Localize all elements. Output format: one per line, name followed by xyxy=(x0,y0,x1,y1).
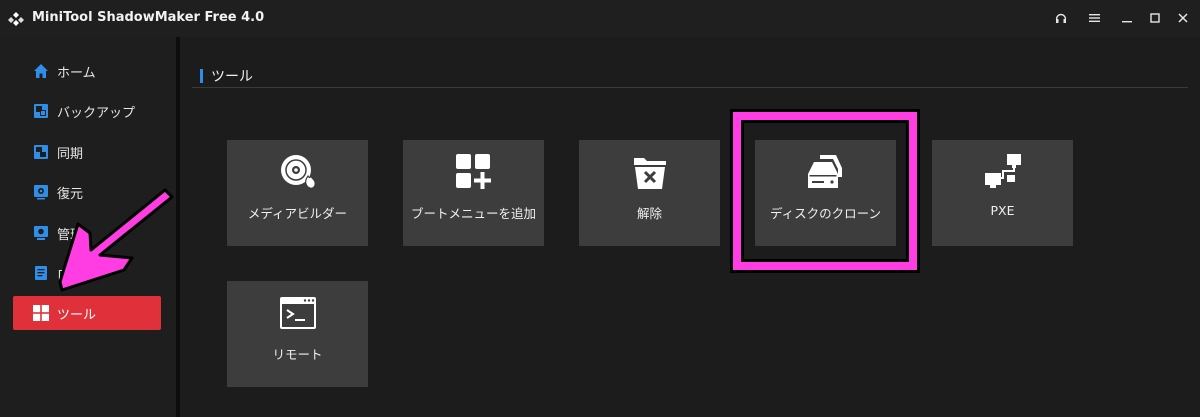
sidebar-item-restore[interactable]: 復元 xyxy=(13,175,161,209)
tile-label: 解除 xyxy=(636,206,662,221)
tile-label: リモート xyxy=(272,347,323,362)
tile-add-boot-menu[interactable]: ブートメニューを追加 xyxy=(403,140,544,246)
sidebar-item-tools[interactable]: ツール xyxy=(13,296,161,330)
menu-button[interactable] xyxy=(1084,9,1104,27)
backup-icon xyxy=(34,104,48,118)
log-icon xyxy=(35,266,47,280)
sync-icon xyxy=(34,145,48,159)
menu-icon xyxy=(1088,14,1100,22)
section-accent-bar xyxy=(200,69,203,83)
sidebar-item-sync[interactable]: 同期 xyxy=(13,135,161,169)
sidebar-item-label: ログ xyxy=(57,267,84,283)
minimize-icon xyxy=(1122,21,1132,23)
close-button[interactable] xyxy=(1173,9,1193,27)
sidebar-item-label: バックアップ xyxy=(57,105,136,121)
tile-label: ディスクのクローン xyxy=(769,206,881,221)
tools-icon xyxy=(33,305,49,321)
title-bar: MiniTool ShadowMaker Free 4.0 xyxy=(0,0,1200,37)
sidebar-item-manage[interactable]: 管理 xyxy=(13,216,161,250)
close-icon xyxy=(1178,13,1188,23)
disk-clone-icon xyxy=(807,155,842,188)
add-boot-menu-icon xyxy=(455,154,491,189)
maximize-button[interactable] xyxy=(1145,9,1165,27)
sidebar-item-label: 復元 xyxy=(57,186,84,202)
page-title: ツール xyxy=(211,69,253,85)
media-builder-icon xyxy=(280,155,316,189)
tile-media-builder[interactable]: メディアビルダー xyxy=(227,140,368,246)
tile-pxe[interactable]: PXE xyxy=(932,140,1073,246)
headphones-button[interactable] xyxy=(1051,9,1071,27)
sidebar-item-home[interactable]: ホーム xyxy=(13,54,161,88)
pxe-icon xyxy=(984,154,1021,188)
app-title: MiniTool ShadowMaker Free 4.0 xyxy=(32,10,265,25)
sidebar-item-backup[interactable]: バックアップ xyxy=(13,94,161,128)
tile-label: メディアビルダー xyxy=(247,206,348,221)
sidebar-item-label: 同期 xyxy=(57,146,84,162)
maximize-icon xyxy=(1150,13,1160,23)
sidebar-item-label: 管理 xyxy=(57,227,84,243)
tile-remote[interactable]: リモート xyxy=(227,281,368,387)
tile-label: PXE xyxy=(990,203,1015,218)
home-icon xyxy=(34,64,48,78)
tile-unmount[interactable]: 解除 xyxy=(579,140,720,246)
manage-icon xyxy=(34,226,48,240)
minitool-logo-icon xyxy=(8,12,24,26)
minimize-button[interactable] xyxy=(1117,9,1137,27)
section-divider xyxy=(192,87,1188,88)
remote-icon xyxy=(279,297,316,329)
tile-label: ブートメニューを追加 xyxy=(410,206,536,221)
headphones-icon xyxy=(1055,13,1067,23)
sidebar-item-label: ホーム xyxy=(57,65,96,81)
unmount-icon xyxy=(633,158,666,189)
sidebar-item-label: ツール xyxy=(57,307,97,323)
tile-disk-clone[interactable]: ディスクのクローン xyxy=(755,140,896,246)
restore-icon xyxy=(34,185,48,200)
sidebar-item-log[interactable]: ログ xyxy=(13,256,161,290)
